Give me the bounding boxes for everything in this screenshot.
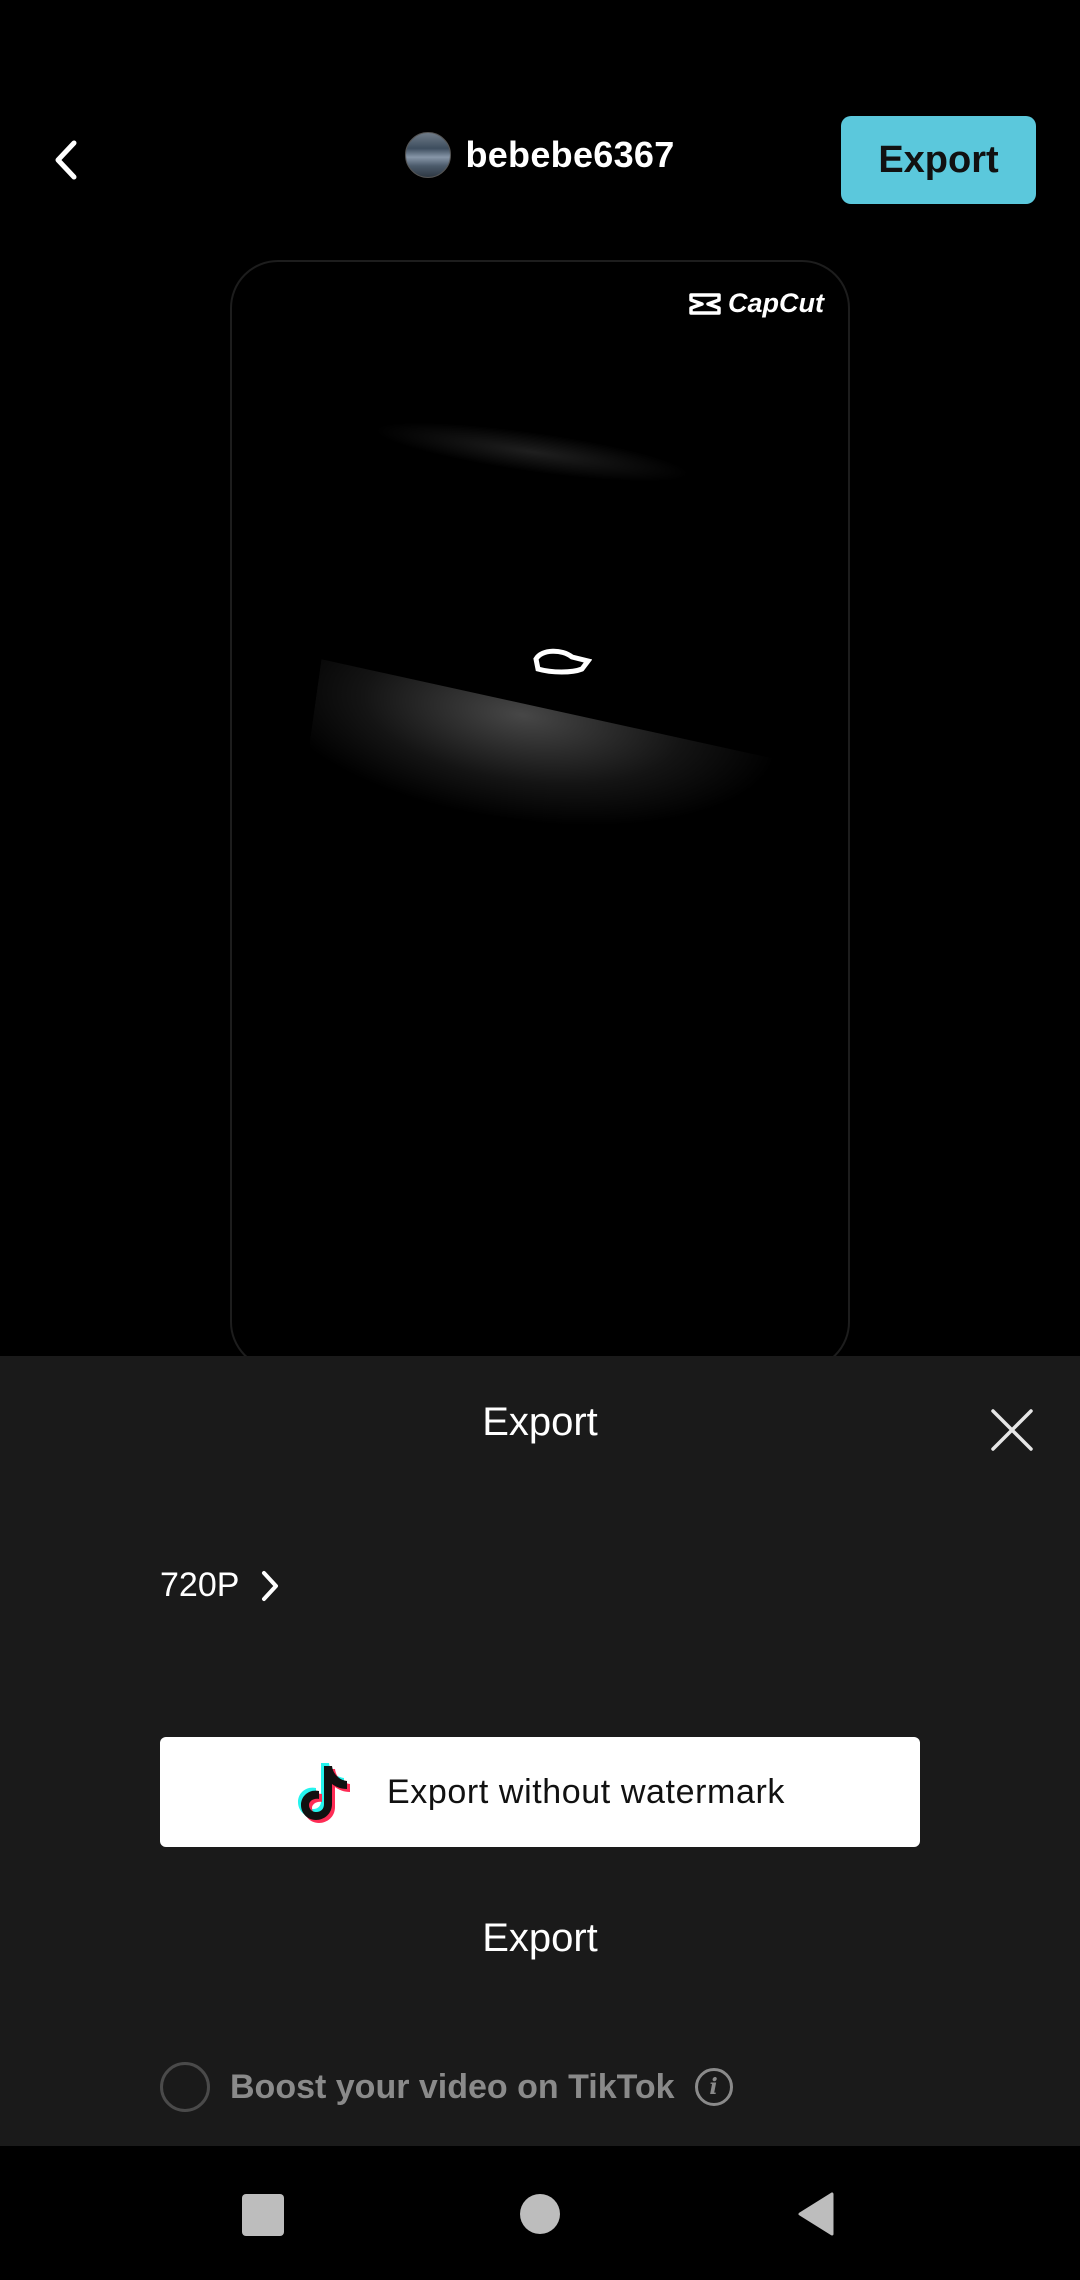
export-without-watermark-label: Export without watermark bbox=[387, 1772, 785, 1811]
username[interactable]: bebebe6367 bbox=[465, 134, 674, 176]
back-button[interactable] bbox=[40, 128, 92, 192]
capcut-watermark: CapCut bbox=[688, 288, 824, 319]
tiktok-logo-icon bbox=[298, 1763, 350, 1823]
close-button[interactable] bbox=[982, 1400, 1042, 1460]
system-nav-bar bbox=[0, 2146, 1080, 2280]
info-glyph: i bbox=[709, 2074, 718, 2100]
capcut-watermark-text: CapCut bbox=[728, 288, 824, 318]
chevron-left-icon bbox=[55, 140, 77, 180]
boost-label: Boost your video on TikTok bbox=[230, 2067, 675, 2106]
resolution-label: 720P bbox=[160, 1566, 240, 1604]
square-icon[interactable] bbox=[242, 2194, 284, 2236]
export-without-watermark-button[interactable]: Export without watermark bbox=[160, 1737, 920, 1847]
boost-radio[interactable] bbox=[160, 2062, 210, 2112]
video-preview[interactable]: CapCut bbox=[230, 260, 850, 1370]
light-shape bbox=[533, 648, 592, 675]
sheet-title: Export bbox=[482, 1400, 598, 1444]
chevron-right-icon bbox=[262, 1570, 279, 1601]
info-icon[interactable]: i bbox=[694, 2068, 733, 2106]
avatar[interactable] bbox=[405, 132, 452, 178]
top-export-button[interactable]: Export bbox=[841, 116, 1036, 204]
close-icon bbox=[991, 1409, 1033, 1451]
export-button[interactable]: Export bbox=[0, 1916, 1080, 1961]
resolution-selector[interactable]: 720P bbox=[160, 1566, 281, 1605]
capcut-logo-icon bbox=[689, 292, 721, 315]
boost-option[interactable]: Boost your video on TikTok i bbox=[160, 2062, 733, 2112]
light-streak bbox=[370, 409, 694, 495]
circle-icon[interactable] bbox=[520, 2194, 560, 2234]
export-sheet: Export 720P Export without watermark Exp… bbox=[0, 1356, 1080, 2146]
triangle-back-icon[interactable] bbox=[796, 2190, 836, 2238]
